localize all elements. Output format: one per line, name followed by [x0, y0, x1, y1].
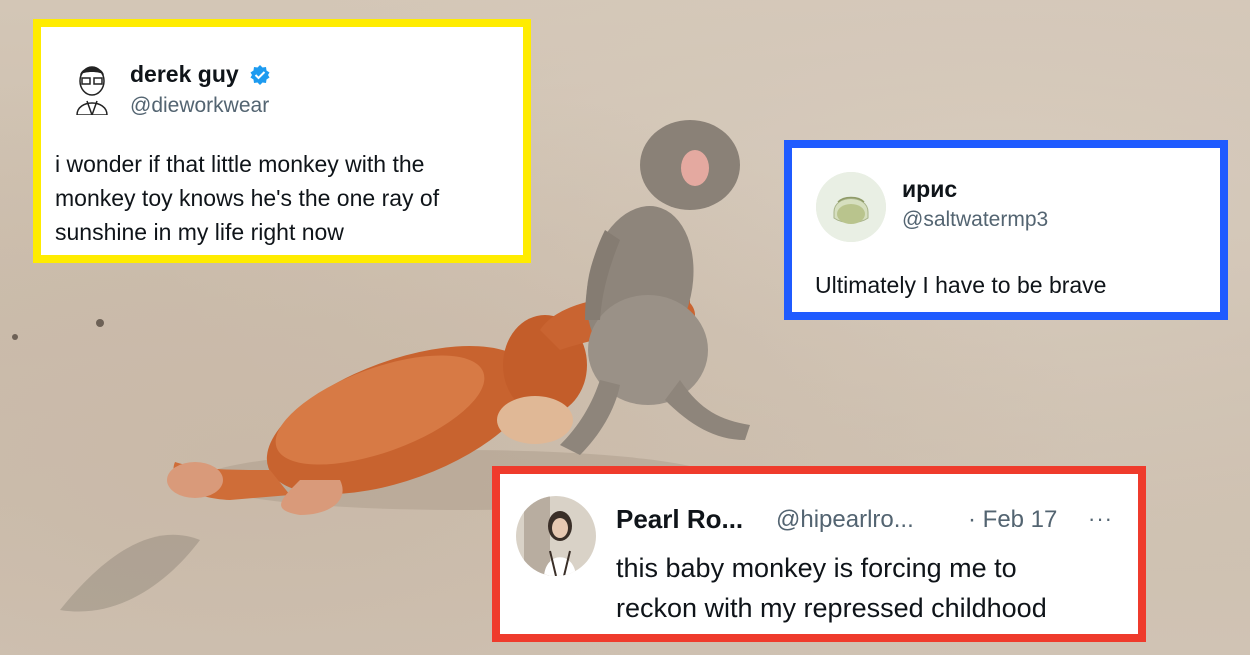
verified-badge-icon — [250, 65, 270, 85]
baby-monkey — [560, 120, 750, 455]
avatar[interactable] — [816, 172, 886, 242]
more-options-icon[interactable]: ··· — [1088, 506, 1113, 532]
author-name[interactable]: derek guy — [130, 61, 239, 88]
tweet-card-derek-guy[interactable]: derek guy @dieworkwear i wonder if that … — [33, 19, 531, 263]
author-name[interactable]: ирис — [902, 176, 957, 203]
tweet-card-pearl[interactable]: Pearl Ro... @hipearlro... · Feb 17 ··· t… — [492, 466, 1146, 642]
tweet-text-line-1: this baby monkey is forcing me to — [616, 553, 1017, 583]
avatar[interactable] — [67, 57, 117, 115]
tweet-date[interactable]: · Feb 17 — [968, 506, 1057, 534]
author-name[interactable]: Pearl Ro... — [616, 504, 743, 535]
author-handle[interactable]: @saltwatermp3 — [902, 208, 1048, 232]
tweet-text-line-2: reckon with my repressed childhood — [616, 593, 1047, 623]
author-handle[interactable]: @hipearlro... — [776, 506, 914, 534]
tweet-card-iris[interactable]: ирис @saltwatermp3 Ultimately I have to … — [784, 140, 1228, 320]
avatar[interactable] — [516, 496, 596, 576]
tweet-text-line-3: sunshine in my life right now — [55, 219, 344, 245]
tweet-text-line-2: monkey toy knows he's the one ray of — [55, 185, 440, 211]
wet-spot — [60, 534, 200, 612]
tweet-text: Ultimately I have to be brave — [815, 272, 1107, 298]
author-handle[interactable]: @dieworkwear — [130, 94, 269, 118]
tweet-text-line-1: i wonder if that little monkey with the — [55, 151, 425, 177]
